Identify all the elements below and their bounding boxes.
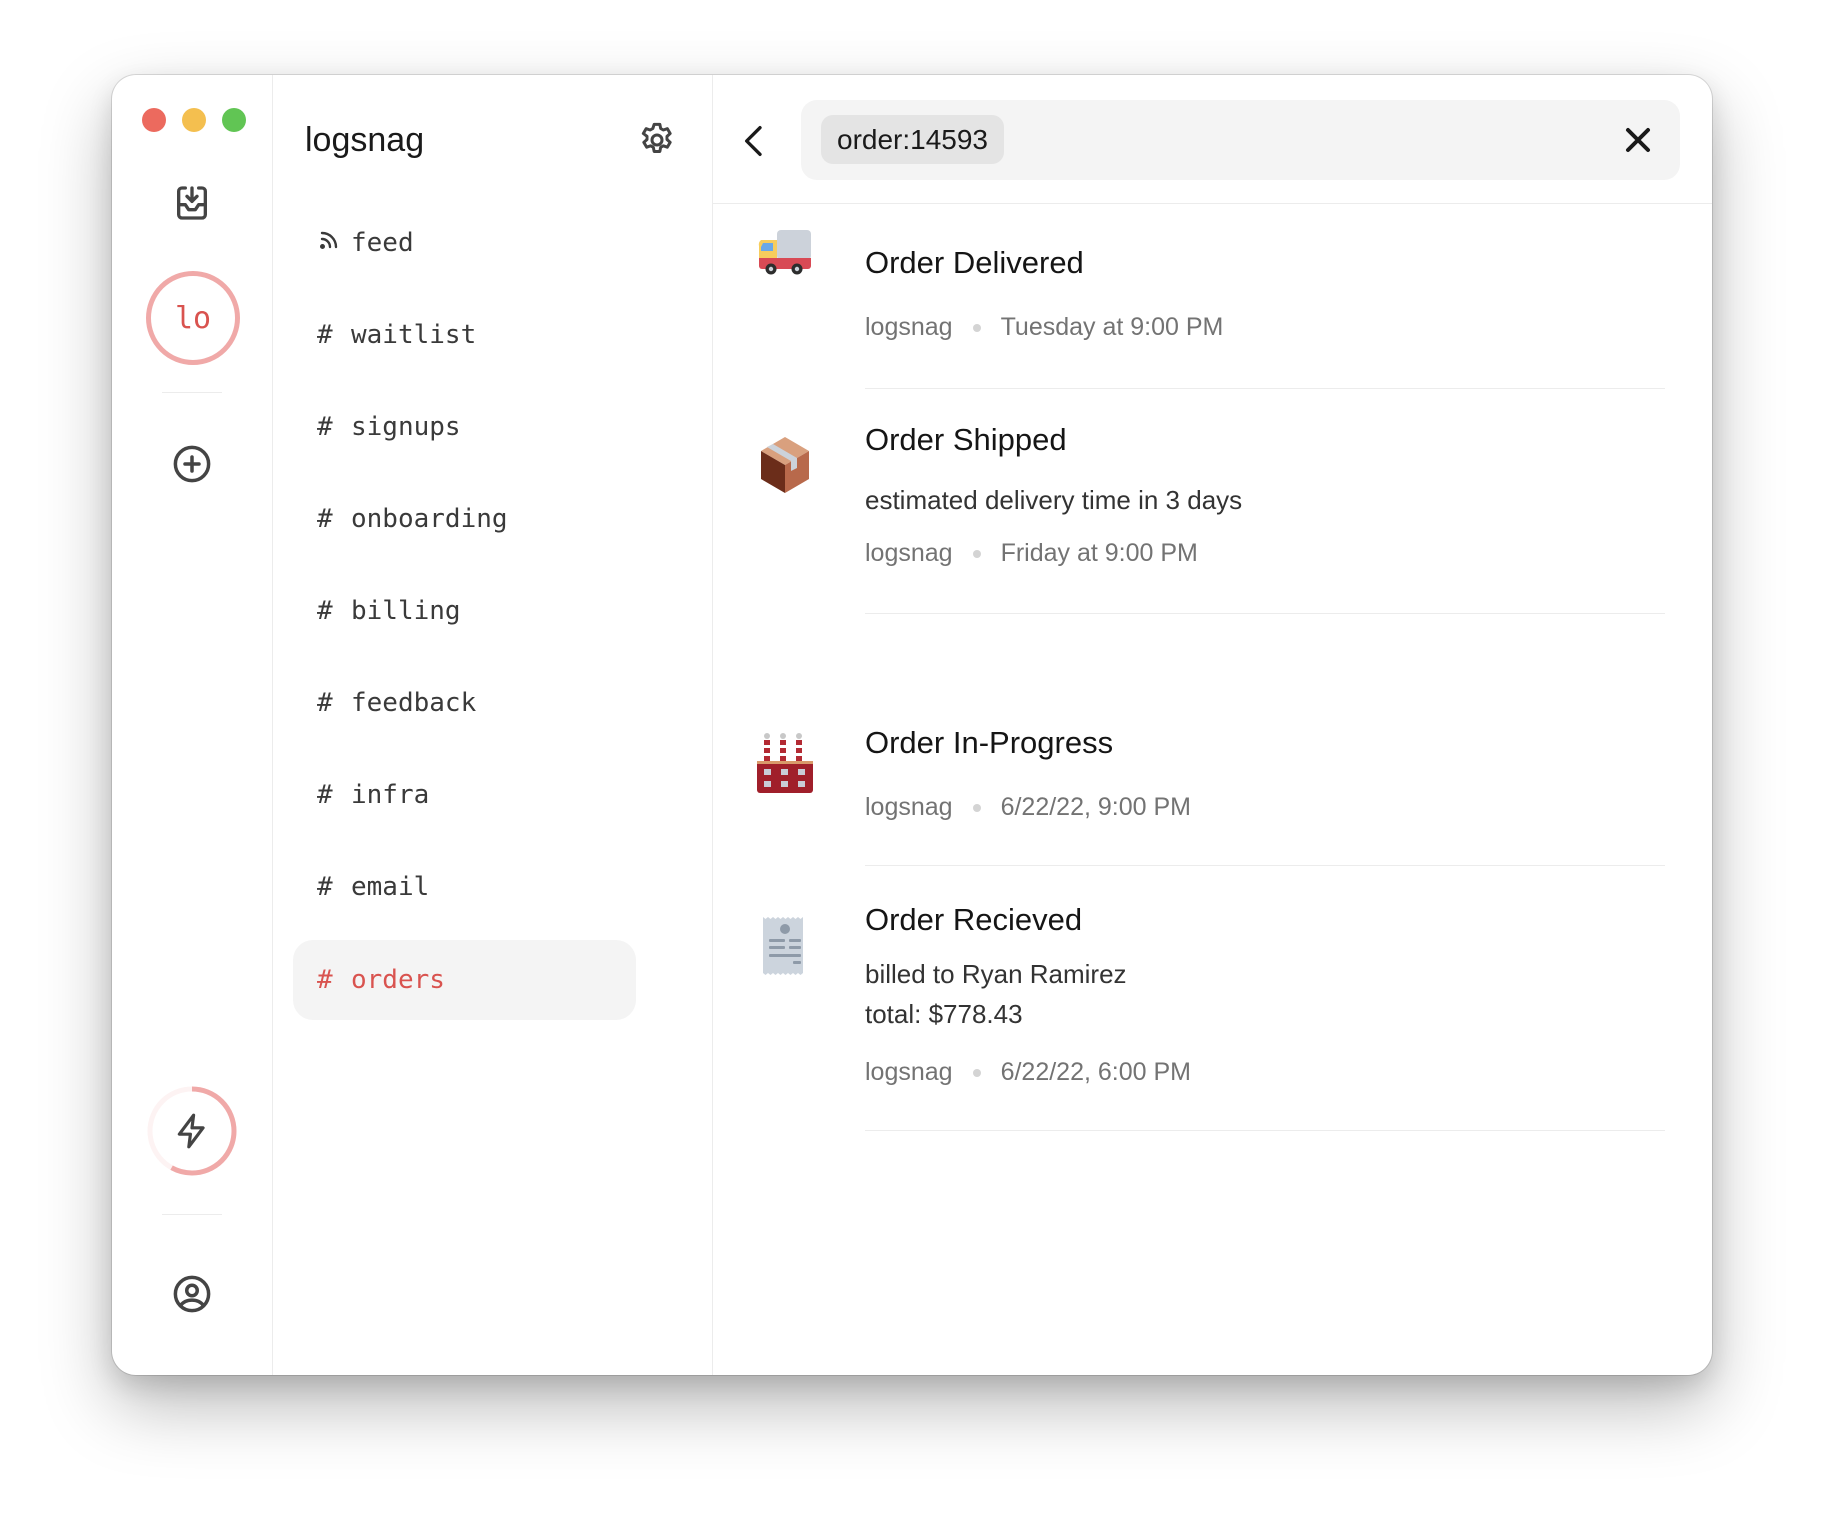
event-project: logsnag bbox=[865, 1058, 953, 1086]
event-description: estimated delivery time in 3 days bbox=[865, 485, 1243, 515]
lightning-icon bbox=[177, 1113, 205, 1149]
event-title: Order Recieved bbox=[865, 902, 1083, 937]
event-meta: logsnag 6/22/22, 9:00 PM bbox=[865, 793, 1191, 822]
event-description: billed to Ryan Ramirez bbox=[865, 959, 1127, 989]
event-meta: logsnag 6/22/22, 6:00 PM bbox=[865, 1058, 1191, 1087]
window-maximize-button[interactable] bbox=[222, 108, 246, 132]
hash-icon: # bbox=[317, 780, 333, 810]
channel-onboarding[interactable]: # onboarding bbox=[293, 479, 636, 559]
app-window: lo logsnag feed # waitlist # signups # o… bbox=[112, 75, 1712, 1375]
clear-search-button[interactable] bbox=[1618, 120, 1658, 160]
separator-dot bbox=[972, 1068, 981, 1077]
event-divider bbox=[865, 1130, 1665, 1131]
hash-icon: # bbox=[317, 504, 333, 534]
event-divider bbox=[865, 865, 1665, 866]
package-icon bbox=[761, 437, 809, 493]
channel-label: orders bbox=[351, 965, 445, 995]
project-title: logsnag bbox=[305, 121, 425, 159]
factory-icon bbox=[757, 733, 813, 793]
event-time: Tuesday at 9:00 PM bbox=[1000, 313, 1224, 341]
separator-dot bbox=[972, 549, 981, 558]
hash-icon: # bbox=[317, 320, 333, 350]
event-time: 6/22/22, 9:00 PM bbox=[1000, 793, 1191, 821]
channel-label: feed bbox=[351, 228, 414, 258]
separator-dot bbox=[972, 323, 981, 332]
user-circle-icon bbox=[173, 1275, 211, 1313]
search-query-tag[interactable]: order:14593 bbox=[821, 115, 1005, 164]
channel-label: billing bbox=[351, 596, 461, 626]
event-time: Friday at 9:00 PM bbox=[1000, 539, 1198, 567]
rss-icon bbox=[317, 228, 351, 259]
hash-icon: # bbox=[317, 412, 333, 442]
channel-feed[interactable]: feed bbox=[293, 203, 636, 283]
rail-divider bbox=[162, 392, 222, 393]
event-meta: logsnag Friday at 9:00 PM bbox=[865, 539, 1198, 568]
hash-icon: # bbox=[317, 596, 333, 626]
separator-dot bbox=[972, 803, 981, 812]
channel-waitlist[interactable]: # waitlist bbox=[293, 295, 636, 375]
event-divider bbox=[865, 613, 1665, 614]
channel-email[interactable]: # email bbox=[293, 847, 636, 927]
event-divider bbox=[865, 388, 1665, 389]
window-close-button[interactable] bbox=[142, 108, 166, 132]
gear-icon bbox=[641, 122, 672, 153]
channel-signups[interactable]: # signups bbox=[293, 387, 636, 467]
event-description: total: $778.43 bbox=[865, 999, 1023, 1029]
header-divider bbox=[713, 203, 1712, 204]
plus-circle-icon bbox=[173, 445, 211, 483]
channel-orders[interactable]: # orders bbox=[293, 940, 636, 1020]
receipt-icon bbox=[763, 917, 803, 975]
event-panel: order:14593 Order Delivered logsnag Tues… bbox=[713, 75, 1712, 1375]
inbox-download-icon bbox=[177, 186, 207, 220]
close-icon bbox=[1626, 128, 1650, 152]
channel-infra[interactable]: # infra bbox=[293, 755, 636, 835]
search-query-text: order:14593 bbox=[837, 123, 989, 155]
account-button[interactable] bbox=[168, 1270, 216, 1318]
event-title: Order Delivered bbox=[865, 245, 1084, 280]
inbox-button[interactable] bbox=[168, 179, 216, 227]
rail-divider bbox=[162, 1214, 222, 1215]
channel-feedback[interactable]: # feedback bbox=[293, 663, 636, 743]
channel-label: onboarding bbox=[351, 504, 508, 534]
channel-label: signups bbox=[351, 412, 461, 442]
project-avatar[interactable]: lo bbox=[146, 271, 240, 365]
project-avatar-label: lo bbox=[174, 300, 212, 336]
event-project: logsnag bbox=[865, 539, 953, 567]
channel-label: waitlist bbox=[351, 320, 477, 350]
usage-button[interactable] bbox=[144, 1083, 240, 1179]
event-project: logsnag bbox=[865, 313, 953, 341]
workspace-rail: lo bbox=[112, 75, 273, 1375]
event-title: Order In-Progress bbox=[865, 725, 1114, 760]
channel-billing[interactable]: # billing bbox=[293, 571, 636, 651]
event-title: Order Shipped bbox=[865, 422, 1067, 457]
channel-label: feedback bbox=[351, 688, 477, 718]
window-minimize-button[interactable] bbox=[182, 108, 206, 132]
add-project-button[interactable] bbox=[168, 440, 216, 488]
delivery-truck-icon bbox=[758, 230, 811, 275]
event-meta: logsnag Tuesday at 9:00 PM bbox=[865, 313, 1223, 342]
event-project: logsnag bbox=[865, 793, 953, 821]
hash-icon: # bbox=[317, 872, 333, 902]
chevron-left-icon bbox=[745, 126, 762, 156]
settings-button[interactable] bbox=[637, 120, 677, 160]
search-bar[interactable]: order:14593 bbox=[801, 100, 1680, 180]
event-time: 6/22/22, 6:00 PM bbox=[1000, 1058, 1191, 1086]
hash-icon: # bbox=[317, 688, 333, 718]
hash-icon: # bbox=[317, 965, 333, 995]
channel-sidebar: logsnag feed # waitlist # signups # onbo… bbox=[272, 75, 713, 1375]
channel-label: email bbox=[351, 872, 430, 902]
channel-label: infra bbox=[351, 780, 430, 810]
back-button[interactable] bbox=[735, 121, 775, 161]
